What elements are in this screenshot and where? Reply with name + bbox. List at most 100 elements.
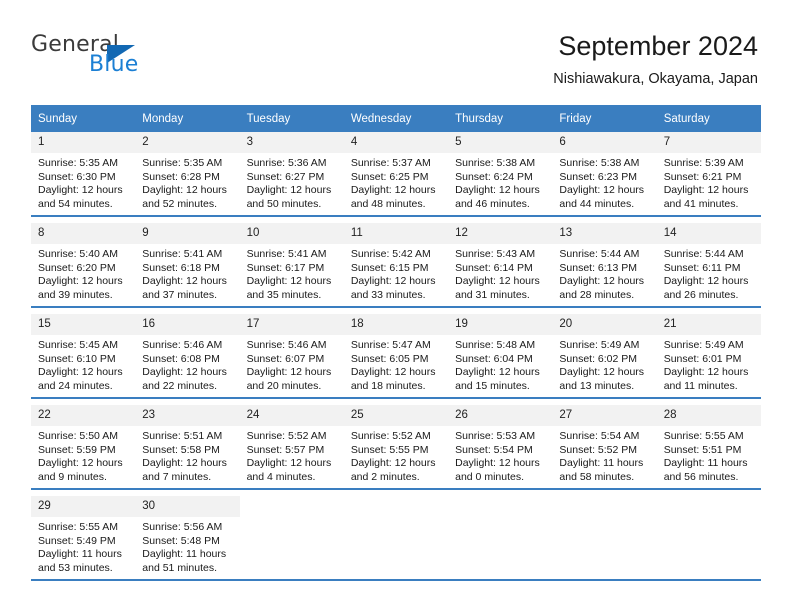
sunset-text: Sunset: 5:54 PM bbox=[455, 443, 533, 456]
day-number bbox=[448, 496, 553, 517]
sunset-text: Sunset: 6:25 PM bbox=[350, 170, 429, 183]
daylight-text-line2: and 20 minutes. bbox=[246, 379, 322, 392]
day-cell[interactable]: 29 Sunrise: 5:55 AM Sunset: 5:49 PM Dayl… bbox=[31, 496, 136, 581]
day-cell[interactable]: 7 Sunrise: 5:39 AM Sunset: 6:21 PM Dayli… bbox=[656, 132, 761, 217]
day-number: 23 bbox=[135, 405, 240, 426]
sunset-text: Sunset: 6:02 PM bbox=[559, 352, 638, 365]
daylight-text-line2: and 24 minutes. bbox=[38, 379, 113, 392]
day-cell[interactable]: 25 Sunrise: 5:52 AM Sunset: 5:55 PM Dayl… bbox=[343, 405, 449, 490]
day-details: Sunrise: 5:47 AM Sunset: 6:05 PM Dayligh… bbox=[344, 335, 448, 393]
day-cell[interactable]: 27 Sunrise: 5:54 AM Sunset: 5:52 PM Dayl… bbox=[552, 405, 657, 490]
sunrise-text: Sunrise: 5:54 AM bbox=[559, 430, 640, 442]
day-cell[interactable]: 20 Sunrise: 5:49 AM Sunset: 6:02 PM Dayl… bbox=[552, 314, 657, 399]
daylight-text-line2: and 33 minutes. bbox=[350, 288, 426, 301]
day-cell[interactable]: 21 Sunrise: 5:49 AM Sunset: 6:01 PM Dayl… bbox=[656, 314, 761, 399]
daylight-text-line2: and 2 minutes. bbox=[350, 470, 420, 483]
day-details: Sunrise: 5:44 AM Sunset: 6:11 PM Dayligh… bbox=[657, 244, 761, 302]
daylight-text-line1: Daylight: 12 hours bbox=[663, 184, 749, 197]
daylight-text-line1: Daylight: 11 hours bbox=[38, 548, 122, 561]
daylight-text-line2: and 35 minutes. bbox=[246, 288, 322, 301]
day-cell[interactable]: 17 Sunrise: 5:46 AM Sunset: 6:07 PM Dayl… bbox=[239, 314, 344, 399]
daylight-text-line2: and 37 minutes. bbox=[142, 288, 217, 301]
day-cell-empty bbox=[343, 496, 449, 581]
day-cell[interactable]: 28 Sunrise: 5:55 AM Sunset: 5:51 PM Dayl… bbox=[656, 405, 761, 490]
day-cell[interactable]: 5 Sunrise: 5:38 AM Sunset: 6:24 PM Dayli… bbox=[448, 132, 553, 217]
weekday-header-monday: Monday bbox=[135, 105, 240, 132]
sunrise-text: Sunrise: 5:55 AM bbox=[663, 430, 744, 442]
day-cell[interactable]: 13 Sunrise: 5:44 AM Sunset: 6:13 PM Dayl… bbox=[552, 223, 657, 308]
day-cell[interactable]: 12 Sunrise: 5:43 AM Sunset: 6:14 PM Dayl… bbox=[448, 223, 553, 308]
sunrise-text: Sunrise: 5:51 AM bbox=[142, 430, 223, 442]
day-cell[interactable]: 14 Sunrise: 5:44 AM Sunset: 6:11 PM Dayl… bbox=[656, 223, 761, 308]
daylight-text-line2: and 0 minutes. bbox=[455, 470, 525, 483]
page-header: General Blue September 2024 Nishiawakura… bbox=[0, 0, 792, 96]
day-cell[interactable]: 26 Sunrise: 5:53 AM Sunset: 5:54 PM Dayl… bbox=[448, 405, 553, 490]
daylight-text-line2: and 46 minutes. bbox=[455, 197, 530, 210]
sunrise-text: Sunrise: 5:55 AM bbox=[38, 521, 118, 533]
day-cell[interactable]: 23 Sunrise: 5:51 AM Sunset: 5:58 PM Dayl… bbox=[135, 405, 240, 490]
sunrise-text: Sunrise: 5:56 AM bbox=[142, 521, 223, 533]
daylight-text-line1: Daylight: 12 hours bbox=[142, 366, 227, 379]
day-number bbox=[552, 496, 657, 517]
day-details: Sunrise: 5:35 AM Sunset: 6:28 PM Dayligh… bbox=[135, 153, 239, 211]
daylight-text-line1: Daylight: 12 hours bbox=[455, 366, 540, 379]
page-subtitle: Nishiawakura, Okayama, Japan bbox=[553, 71, 758, 87]
day-details: Sunrise: 5:53 AM Sunset: 5:54 PM Dayligh… bbox=[448, 426, 552, 484]
sunrise-text: Sunrise: 5:49 AM bbox=[559, 339, 640, 351]
day-cell[interactable]: 4 Sunrise: 5:37 AM Sunset: 6:25 PM Dayli… bbox=[343, 132, 449, 217]
day-cell[interactable]: 8 Sunrise: 5:40 AM Sunset: 6:20 PM Dayli… bbox=[31, 223, 136, 308]
day-cell[interactable]: 24 Sunrise: 5:52 AM Sunset: 5:57 PM Dayl… bbox=[239, 405, 344, 490]
day-cell[interactable]: 15 Sunrise: 5:45 AM Sunset: 6:10 PM Dayl… bbox=[31, 314, 136, 399]
weekday-header-sunday: Sunday bbox=[31, 105, 136, 132]
day-details: Sunrise: 5:40 AM Sunset: 6:20 PM Dayligh… bbox=[31, 244, 135, 302]
day-number: 20 bbox=[552, 314, 657, 335]
day-number: 9 bbox=[135, 223, 240, 244]
general-blue-logo[interactable]: General Blue bbox=[31, 33, 231, 83]
daylight-text-line1: Daylight: 11 hours bbox=[663, 457, 748, 470]
daylight-text-line1: Daylight: 12 hours bbox=[142, 184, 227, 197]
day-cell[interactable]: 9 Sunrise: 5:41 AM Sunset: 6:18 PM Dayli… bbox=[135, 223, 240, 308]
day-number: 24 bbox=[239, 405, 344, 426]
row-spacer-cell bbox=[31, 307, 761, 314]
daylight-text-line2: and 9 minutes. bbox=[38, 470, 107, 483]
sunset-text: Sunset: 5:48 PM bbox=[142, 534, 220, 547]
daylight-text-line1: Daylight: 11 hours bbox=[142, 548, 227, 561]
day-number bbox=[239, 496, 344, 517]
daylight-text-line2: and 7 minutes. bbox=[142, 470, 212, 483]
daylight-text-line1: Daylight: 12 hours bbox=[455, 457, 540, 470]
day-cell[interactable]: 16 Sunrise: 5:46 AM Sunset: 6:08 PM Dayl… bbox=[135, 314, 240, 399]
sunrise-text: Sunrise: 5:53 AM bbox=[455, 430, 536, 442]
day-details: Sunrise: 5:49 AM Sunset: 6:02 PM Dayligh… bbox=[552, 335, 656, 393]
sunset-text: Sunset: 6:20 PM bbox=[38, 261, 116, 274]
daylight-text-line2: and 4 minutes. bbox=[246, 470, 316, 483]
day-cell[interactable]: 3 Sunrise: 5:36 AM Sunset: 6:27 PM Dayli… bbox=[239, 132, 344, 217]
row-spacer bbox=[31, 307, 761, 314]
daylight-text-line1: Daylight: 12 hours bbox=[663, 275, 749, 288]
day-cell[interactable]: 22 Sunrise: 5:50 AM Sunset: 5:59 PM Dayl… bbox=[31, 405, 136, 490]
day-cell[interactable]: 18 Sunrise: 5:47 AM Sunset: 6:05 PM Dayl… bbox=[343, 314, 449, 399]
day-cell[interactable]: 2 Sunrise: 5:35 AM Sunset: 6:28 PM Dayli… bbox=[135, 132, 240, 217]
calendar-table: Sunday Monday Tuesday Wednesday Thursday… bbox=[31, 105, 761, 581]
daylight-text-line2: and 18 minutes. bbox=[350, 379, 426, 392]
sunset-text: Sunset: 6:05 PM bbox=[350, 352, 429, 365]
weekday-header-row: Sunday Monday Tuesday Wednesday Thursday… bbox=[31, 105, 761, 132]
daylight-text-line1: Daylight: 12 hours bbox=[559, 184, 645, 197]
day-cell[interactable]: 19 Sunrise: 5:48 AM Sunset: 6:04 PM Dayl… bbox=[448, 314, 553, 399]
row-spacer bbox=[31, 216, 761, 223]
day-cell[interactable]: 30 Sunrise: 5:56 AM Sunset: 5:48 PM Dayl… bbox=[135, 496, 240, 581]
sunset-text: Sunset: 6:24 PM bbox=[455, 170, 533, 183]
row-spacer-cell bbox=[31, 489, 761, 496]
day-cell[interactable]: 11 Sunrise: 5:42 AM Sunset: 6:15 PM Dayl… bbox=[343, 223, 449, 308]
sunrise-text: Sunrise: 5:41 AM bbox=[142, 248, 223, 260]
day-cell[interactable]: 6 Sunrise: 5:38 AM Sunset: 6:23 PM Dayli… bbox=[552, 132, 657, 217]
day-cell[interactable]: 10 Sunrise: 5:41 AM Sunset: 6:17 PM Dayl… bbox=[239, 223, 344, 308]
day-cell[interactable]: 1 Sunrise: 5:35 AM Sunset: 6:30 PM Dayli… bbox=[31, 132, 136, 217]
day-details: Sunrise: 5:41 AM Sunset: 6:18 PM Dayligh… bbox=[135, 244, 239, 302]
sunset-text: Sunset: 6:04 PM bbox=[455, 352, 533, 365]
sunrise-text: Sunrise: 5:48 AM bbox=[455, 339, 536, 351]
day-number: 4 bbox=[343, 132, 449, 153]
daylight-text-line2: and 52 minutes. bbox=[142, 197, 217, 210]
day-number: 5 bbox=[448, 132, 553, 153]
day-number: 17 bbox=[239, 314, 344, 335]
week-row: 1 Sunrise: 5:35 AM Sunset: 6:30 PM Dayli… bbox=[31, 132, 761, 217]
